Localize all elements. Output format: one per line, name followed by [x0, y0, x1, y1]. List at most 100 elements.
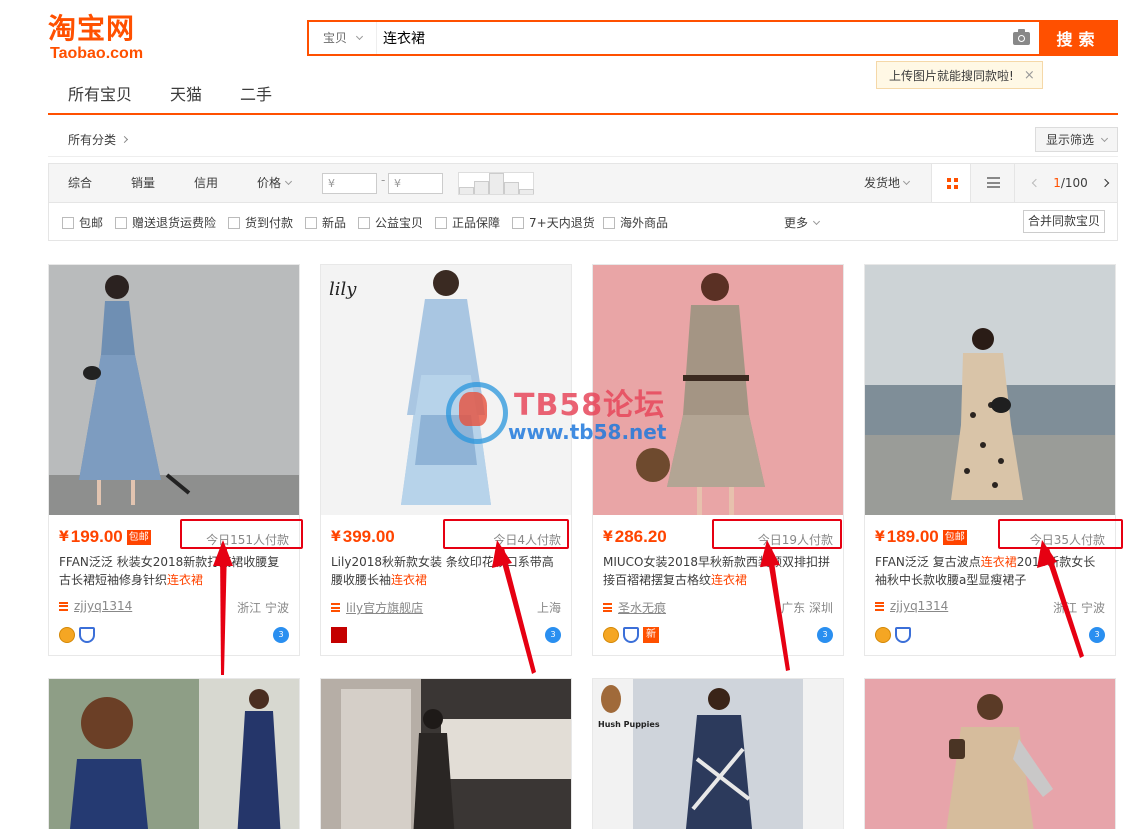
gold-seller-icon[interactable] [603, 627, 619, 643]
breadcrumb[interactable]: 所有分类 [68, 131, 129, 148]
shop-icon [59, 601, 68, 611]
consumer-protection-icon[interactable] [623, 627, 639, 643]
shop-icon [331, 603, 340, 612]
svg-text:lily: lily [329, 279, 357, 300]
taobao-logo[interactable]: 淘宝网 Taobao.com [48, 12, 158, 64]
sort-bar: 综合 销量 信用 价格 ¥ - ¥ 发货地 1/100 [48, 163, 1118, 203]
sort-default[interactable]: 综合 [68, 164, 92, 202]
new-shop-icon[interactable]: 新 [643, 627, 659, 643]
page-indicator: 1/100 [1053, 176, 1088, 190]
shop-name[interactable]: zjjyq1314 [890, 599, 948, 613]
price-histogram[interactable] [458, 172, 534, 195]
shop-name[interactable]: zjjyq1314 [74, 599, 132, 613]
more-options-button[interactable]: 更多 [784, 214, 821, 231]
chevron-down-icon [284, 177, 293, 186]
consumer-protection-icon[interactable] [79, 627, 95, 643]
ship-from-filter[interactable]: 发货地 [864, 164, 911, 202]
checkbox[interactable] [358, 216, 370, 229]
checkbox[interactable] [228, 216, 240, 229]
product-image[interactable]: Hush Puppies [592, 678, 844, 829]
option-new[interactable]: 新品 [305, 214, 346, 231]
sort-price[interactable]: 价格 [257, 164, 293, 202]
wangwang-chat-icon[interactable]: 3 [1089, 627, 1105, 643]
product-image[interactable] [48, 678, 300, 829]
product-card[interactable]: ¥ 286.20 今日19人付款 MIUCO女装2018早秋新款西装领双排扣拼接… [592, 264, 844, 656]
wangwang-chat-icon[interactable]: 3 [545, 627, 561, 643]
search-button[interactable]: 搜索 [1039, 20, 1118, 56]
checkbox[interactable] [512, 216, 524, 229]
checkbox[interactable] [603, 216, 615, 229]
product-image[interactable] [320, 678, 572, 829]
product-card[interactable]: ¥ 189.00 包邮 今日35人付款 FFAN泛泛 复古波点连衣裙2018新款… [864, 264, 1116, 656]
tab-secondhand[interactable]: 二手 [240, 84, 272, 112]
close-icon[interactable]: × [1024, 68, 1035, 83]
wangwang-chat-icon[interactable]: 3 [273, 627, 289, 643]
shop-name[interactable]: lily官方旗舰店 [346, 599, 423, 616]
tab-tmall[interactable]: 天猫 [170, 84, 202, 112]
checkbox[interactable] [62, 216, 74, 229]
price-row: ¥ 199.00 包邮 [59, 527, 151, 547]
merge-same-items-button[interactable]: 合并同款宝贝 [1023, 210, 1105, 233]
prev-page-icon[interactable] [1031, 178, 1041, 188]
currency-symbol: ¥ [875, 529, 885, 545]
product-card[interactable]: lily ¥ 399.00 今日4人付款 Lily2018秋新款女装 条纹印花领… [320, 264, 572, 656]
grid-view-button[interactable] [931, 164, 971, 202]
image-search-tip: 上传图片就能搜同款啦! × [876, 61, 1043, 89]
option-genuine[interactable]: 正品保障 [435, 214, 500, 231]
product-title[interactable]: FFAN泛泛 秋装女2018新款打底裙收腰复古长裙短袖修身针织连衣裙 [59, 553, 291, 589]
forum-watermark: TB58论坛 www.tb58.net [446, 380, 696, 450]
product-title[interactable]: Lily2018秋新款女装 条纹印花领口系带高腰收腰长袖连衣裙 [331, 553, 563, 589]
search-category-label: 宝贝 [323, 31, 348, 45]
checkbox[interactable] [435, 216, 447, 229]
tip-text: 上传图片就能搜同款啦! [889, 68, 1014, 83]
price-row: ¥ 286.20 [603, 527, 667, 547]
next-page-icon[interactable] [1100, 178, 1110, 188]
camera-icon [1012, 28, 1030, 45]
tmall-icon[interactable] [331, 627, 347, 643]
shop-row: zjjyq1314 [875, 599, 948, 613]
wangwang-chat-icon[interactable]: 3 [817, 627, 833, 643]
product-title[interactable]: MIUCO女装2018早秋新款西装领双排扣拼接百褶裙摆复古格纹连衣裙 [603, 553, 835, 589]
product-card[interactable]: ¥ 199.00 包邮 今日151人付款 FFAN泛泛 秋装女2018新款打底裙… [48, 264, 300, 656]
shop-name[interactable]: 圣水无痕 [618, 599, 666, 616]
product-image[interactable] [865, 265, 1115, 515]
sort-credit[interactable]: 信用 [194, 164, 218, 202]
image-search-button[interactable] [1003, 22, 1039, 54]
gold-seller-icon[interactable] [875, 627, 891, 643]
shop-location: 浙江 宁波 [237, 601, 289, 615]
mini-pager: 1/100 [1014, 164, 1118, 202]
watermark-url: www.tb58.net [508, 420, 667, 444]
checkbox[interactable] [115, 216, 127, 229]
search-input[interactable] [377, 22, 1003, 54]
sort-sales[interactable]: 销量 [131, 164, 155, 202]
consumer-protection-icon[interactable] [895, 627, 911, 643]
option-return-insurance[interactable]: 赠送退货运费险 [115, 214, 216, 231]
currency-symbol: ¥ [331, 529, 341, 545]
free-shipping-badge: 包邮 [126, 529, 151, 545]
grid-icon [947, 178, 958, 189]
title-keyword: 连衣裙 [711, 573, 748, 587]
shop-row: lily官方旗舰店 [331, 599, 423, 616]
price-max-input[interactable]: ¥ [388, 173, 443, 194]
free-shipping-badge: 包邮 [942, 529, 967, 545]
shop-icon [875, 601, 884, 611]
option-7day-return[interactable]: 7+天内退货 [512, 214, 595, 231]
checkbox[interactable] [305, 216, 317, 229]
option-overseas[interactable]: 海外商品 [603, 214, 668, 231]
filter-options: 包邮 赠送退货运费险 货到付款 新品 公益宝贝 正品保障 7+天内退货 海外商品… [48, 203, 1118, 241]
search-category-select[interactable]: 宝贝 [309, 22, 377, 54]
product-title[interactable]: FFAN泛泛 复古波点连衣裙2018新款女长袖秋中长款收腰a型显瘦裙子 [875, 553, 1107, 589]
page: 淘宝网 Taobao.com 宝贝 搜索 上传图片就能搜同款啦! × 所有宝贝 … [0, 0, 1125, 829]
show-filter-button[interactable]: 显示筛选 [1035, 127, 1118, 152]
gold-seller-icon[interactable] [59, 627, 75, 643]
shop-badges: 新 [603, 627, 659, 643]
product-price: 199.00 [70, 527, 123, 546]
tab-all[interactable]: 所有宝贝 [68, 84, 132, 112]
price-min-input[interactable]: ¥ [322, 173, 377, 194]
option-cash-on-delivery[interactable]: 货到付款 [228, 214, 293, 231]
option-free-shipping[interactable]: 包邮 [62, 214, 103, 231]
list-view-icon[interactable] [987, 177, 1000, 188]
product-image[interactable] [864, 678, 1116, 829]
option-charity[interactable]: 公益宝贝 [358, 214, 423, 231]
product-image[interactable] [49, 265, 299, 515]
